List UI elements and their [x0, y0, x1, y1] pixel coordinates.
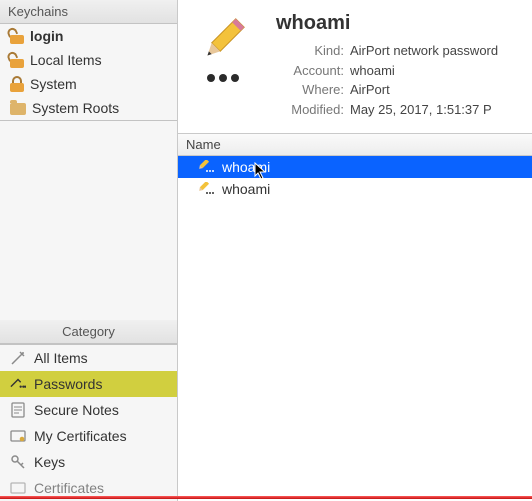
meta-label: Kind: — [276, 41, 344, 61]
list-item-name: whoami — [222, 181, 270, 197]
category-item-label: Passwords — [34, 376, 102, 392]
cert-icon — [10, 480, 26, 496]
meta-where: Where: AirPort — [276, 80, 498, 100]
list-rows: whoami wh — [178, 156, 532, 501]
key-icon — [10, 454, 26, 470]
column-header-name[interactable]: Name — [178, 134, 532, 156]
meta-value: AirPort network password — [350, 41, 498, 61]
password-icon — [196, 182, 214, 196]
category-item-all-items[interactable]: All Items — [0, 345, 177, 371]
key-dots-icon — [10, 376, 26, 392]
sidebar: Keychains login Local Items System Syste… — [0, 0, 178, 501]
item-list: Name whoami — [178, 134, 532, 501]
category-item-label: Certificates — [34, 480, 104, 496]
meta-value: whoami — [350, 61, 395, 81]
category-item-label: Secure Notes — [34, 402, 119, 418]
item-detail: whoami Kind: AirPort network password Ac… — [178, 0, 532, 134]
category-list: All Items Passwords Secure Notes My Cert… — [0, 344, 177, 501]
lock-open-icon — [10, 52, 24, 68]
meta-value: May 25, 2017, 1:51:37 P — [350, 100, 492, 120]
main-pane: whoami Kind: AirPort network password Ac… — [178, 0, 532, 501]
keychain-item-label: System — [30, 76, 77, 92]
progress-bar — [0, 496, 532, 499]
keychains-header: Keychains — [0, 0, 177, 24]
category-header: Category — [0, 320, 177, 344]
keychain-item-local-items[interactable]: Local Items — [0, 48, 177, 72]
keychain-item-label: Local Items — [30, 52, 102, 68]
note-icon — [10, 402, 26, 418]
meta-label: Modified: — [276, 100, 344, 120]
category-item-label: My Certificates — [34, 428, 127, 444]
keychains-list: login Local Items System System Roots — [0, 24, 177, 121]
category-item-my-certificates[interactable]: My Certificates — [0, 423, 177, 449]
meta-account: Account: whoami — [276, 61, 498, 81]
dots-icon — [207, 74, 239, 82]
item-title: whoami — [276, 12, 498, 35]
wand-icon — [10, 350, 26, 366]
keychain-item-system[interactable]: System — [0, 72, 177, 96]
category-item-passwords[interactable]: Passwords — [0, 371, 177, 397]
keychain-item-label: System Roots — [32, 100, 119, 116]
list-item[interactable]: whoami — [178, 156, 532, 178]
category-item-keys[interactable]: Keys — [0, 449, 177, 475]
list-item-name: whoami — [222, 159, 270, 175]
badge-icon — [10, 428, 26, 444]
meta-modified: Modified: May 25, 2017, 1:51:37 P — [276, 100, 498, 120]
lock-open-icon — [10, 28, 24, 44]
password-icon — [196, 160, 214, 174]
sidebar-spacer — [0, 121, 177, 320]
meta-kind: Kind: AirPort network password — [276, 41, 498, 61]
meta-label: Account: — [276, 61, 344, 81]
category-item-secure-notes[interactable]: Secure Notes — [0, 397, 177, 423]
meta-value: AirPort — [350, 80, 390, 100]
item-meta: whoami Kind: AirPort network password Ac… — [276, 12, 498, 119]
list-item[interactable]: whoami — [178, 178, 532, 200]
folder-icon — [10, 103, 26, 115]
category-item-label: Keys — [34, 454, 65, 470]
category-item-label: All Items — [34, 350, 88, 366]
lock-icon — [10, 76, 24, 92]
password-icon — [188, 12, 258, 82]
meta-label: Where: — [276, 80, 344, 100]
keychain-item-label: login — [30, 28, 63, 44]
keychain-item-login[interactable]: login — [0, 24, 177, 48]
keychain-item-system-roots[interactable]: System Roots — [0, 96, 177, 120]
